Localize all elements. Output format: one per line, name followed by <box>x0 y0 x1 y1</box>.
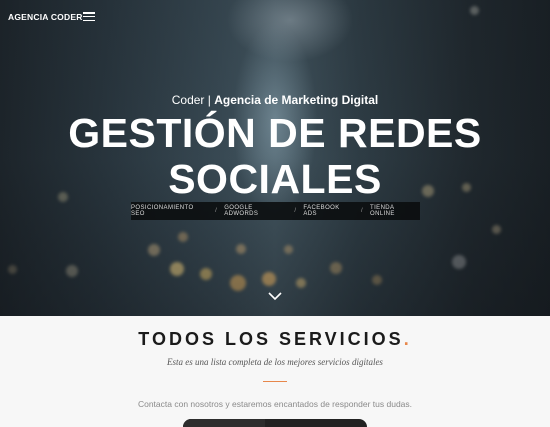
hero-title: GESTIÓN DE REDES SOCIALES <box>0 110 550 202</box>
separator: / <box>294 208 297 214</box>
hero-banner: AGENCIA CODER Coder | Agencia de Marketi… <box>0 0 550 316</box>
chevron-down-icon[interactable] <box>268 291 282 301</box>
service-link-adwords[interactable]: GOOGLE ADWORDS <box>224 205 287 217</box>
services-links-bar: POSICIONAMIENTO SEO / GOOGLE ADWORDS / F… <box>131 202 420 220</box>
hamburger-icon[interactable] <box>83 12 95 22</box>
section-subtitle: Esta es una lista completa de los mejore… <box>167 357 383 367</box>
separator: / <box>215 208 218 214</box>
service-link-seo[interactable]: POSICIONAMIENTO SEO <box>131 205 208 217</box>
hero-subtitle: Coder | Agencia de Marketing Digital <box>0 93 550 107</box>
separator: / <box>360 208 364 214</box>
section-title-text: TODOS LOS SERVICIOS <box>138 329 404 349</box>
contact-text: Contacta con nosotros y estaremos encant… <box>137 399 413 409</box>
site-logo[interactable]: AGENCIA CODER <box>8 12 83 22</box>
services-section: TODOS LOS SERVICIOS. Esta es una lista c… <box>0 316 550 427</box>
hero-subtitle-prefix: Coder | <box>171 93 215 107</box>
top-navbar: AGENCIA CODER <box>0 0 550 34</box>
device-mockup-shade <box>183 419 265 427</box>
hero-subtitle-bold: Agencia de Marketing Digital <box>214 93 379 107</box>
hero-title-line2: SOCIALES <box>168 156 382 202</box>
service-link-tienda-online[interactable]: TIENDA ONLINE <box>370 205 420 217</box>
hero-title-line1: GESTIÓN DE REDES <box>68 110 482 156</box>
accent-divider <box>263 381 287 382</box>
section-title: TODOS LOS SERVICIOS. <box>0 329 550 350</box>
service-link-facebook-ads[interactable]: FACEBOOK ADS <box>303 205 354 217</box>
title-accent-dot: . <box>403 329 412 349</box>
